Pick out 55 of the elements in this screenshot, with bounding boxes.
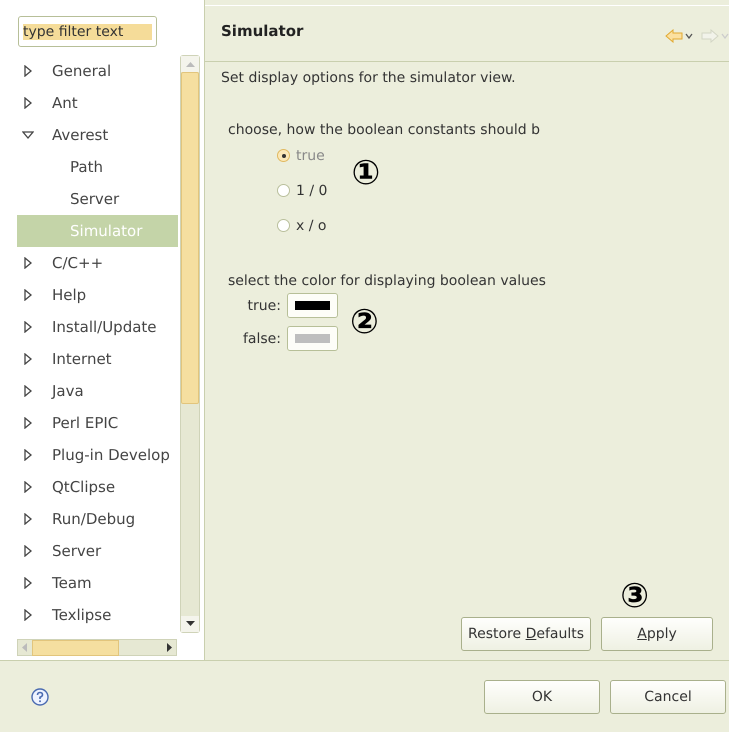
dialog-button[interactable]: OK: [484, 680, 600, 714]
expand-icon[interactable]: [22, 481, 34, 493]
tree-item[interactable]: Internet: [17, 343, 178, 375]
callout-number: ①: [351, 156, 380, 190]
tree-item[interactable]: Install/Update: [17, 311, 178, 343]
tree-item[interactable]: Help: [17, 279, 178, 311]
scroll-down-icon[interactable]: [186, 621, 194, 627]
expand-icon[interactable]: [22, 609, 34, 621]
vertical-scrollbar[interactable]: [180, 55, 200, 633]
expand-icon[interactable]: [22, 513, 34, 525]
help-icon[interactable]: [30, 686, 50, 706]
color-picker-button[interactable]: [287, 326, 338, 351]
expand-icon[interactable]: [22, 97, 34, 109]
group-label: select the color for displaying boolean values: [228, 273, 547, 289]
tree-item[interactable]: Path: [17, 151, 178, 183]
tree-item[interactable]: Run/Debug: [17, 503, 178, 535]
tree-item[interactable]: Java: [17, 375, 178, 407]
tree-item[interactable]: General: [17, 55, 178, 87]
tree-item[interactable]: Plug-in Develop: [17, 439, 178, 471]
expand-icon[interactable]: [22, 577, 34, 589]
tree-item[interactable]: Team: [17, 567, 178, 599]
filter-field[interactable]: type filter text: [18, 16, 157, 47]
tree-item[interactable]: Averest: [17, 119, 178, 151]
expand-icon[interactable]: [22, 385, 34, 397]
color-picker-button[interactable]: [287, 293, 338, 318]
callout-number: ③: [620, 579, 649, 613]
page-title: Simulator: [221, 22, 304, 40]
tree-item[interactable]: Perl EPIC: [17, 407, 178, 439]
radio-option[interactable]: 1 / 0: [277, 173, 328, 208]
dropdown-icon[interactable]: [685, 32, 693, 38]
tree-item[interactable]: Texlipse: [17, 599, 178, 631]
page-button[interactable]: Apply: [601, 617, 714, 651]
tree-item[interactable]: QtClipse: [17, 471, 178, 503]
expand-icon[interactable]: [22, 257, 34, 269]
expand-icon[interactable]: [22, 321, 34, 333]
callout-number: ②: [350, 305, 379, 339]
dialog-button[interactable]: Cancel: [610, 680, 726, 714]
picker-label: true:: [246, 298, 281, 314]
expand-icon[interactable]: [22, 289, 34, 301]
expand-icon[interactable]: [22, 353, 34, 365]
tree-item[interactable]: C/C++: [17, 247, 178, 279]
page-description: Set display options for the simulator view.: [220, 69, 517, 88]
page-button[interactable]: Restore Defaults: [461, 617, 592, 651]
picker-label: false:: [242, 330, 281, 346]
radio-option[interactable]: x / o: [277, 208, 328, 243]
horizontal-scrollbar[interactable]: [17, 639, 177, 656]
collapse-icon[interactable]: [22, 129, 34, 141]
expand-icon[interactable]: [22, 545, 34, 557]
tree-item[interactable]: Server: [17, 183, 178, 215]
tree-item[interactable]: Ant: [17, 87, 178, 119]
expand-icon[interactable]: [22, 449, 34, 461]
expand-icon[interactable]: [22, 65, 34, 77]
expand-icon[interactable]: [22, 417, 34, 429]
group-label: choose, how the boolean constants should b: [228, 122, 542, 138]
tree-item[interactable]: Server: [17, 535, 178, 567]
